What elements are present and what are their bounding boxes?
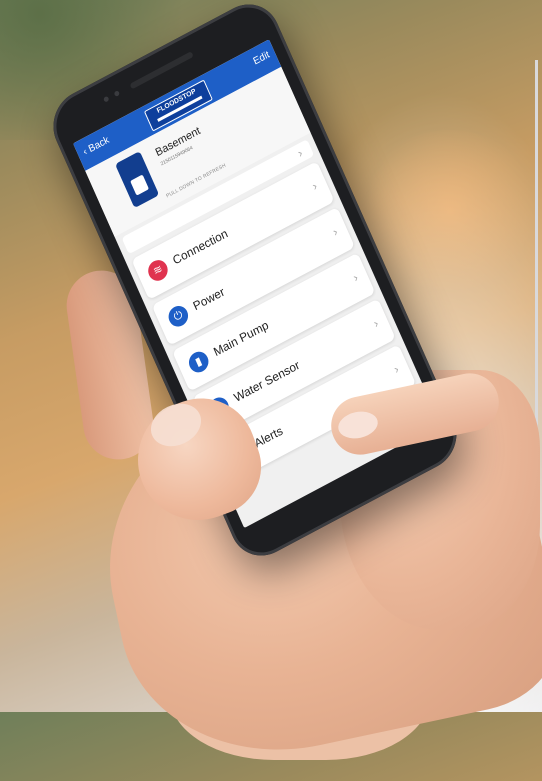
wifi-icon: ≋ xyxy=(145,256,171,285)
pump-icon: ▮ xyxy=(185,348,212,376)
back-button[interactable]: ‹ Back xyxy=(82,135,112,158)
chevron-right-icon: › xyxy=(371,315,381,331)
chevron-right-icon: › xyxy=(310,178,320,194)
device-image-panel xyxy=(130,174,150,196)
chevron-right-icon: › xyxy=(391,361,401,377)
edit-button[interactable]: Edit xyxy=(252,49,272,67)
power-plug-icon: ⏻ xyxy=(165,302,192,331)
chevron-right-icon: › xyxy=(350,270,361,285)
menu-item-label: Water Sensor xyxy=(231,357,302,405)
menu-item-label: Main Pump xyxy=(211,317,271,360)
chevron-right-icon: › xyxy=(330,224,340,240)
chevron-right-icon: › xyxy=(295,145,305,161)
menu-item-label: Power xyxy=(190,284,227,314)
back-label: Back xyxy=(86,134,112,156)
menu-item-label: Connection xyxy=(170,226,230,268)
device-image xyxy=(114,151,160,209)
